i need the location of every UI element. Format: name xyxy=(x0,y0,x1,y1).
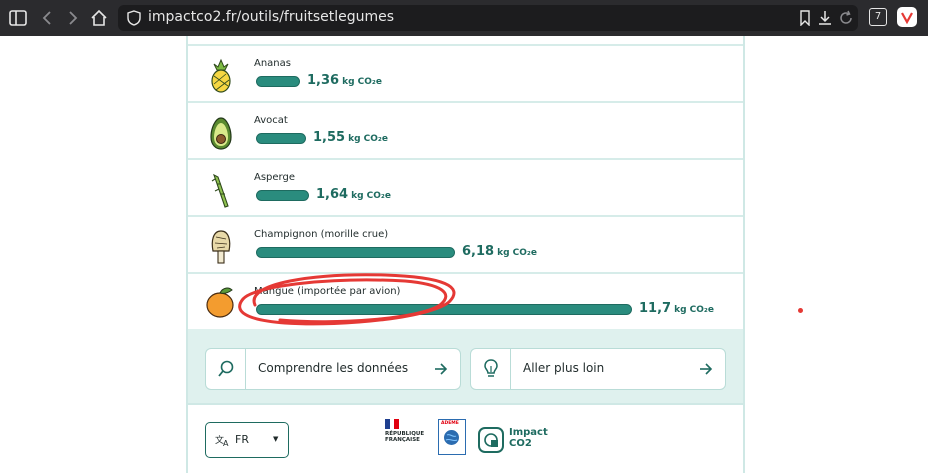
translate-icon: 文A xyxy=(215,434,229,447)
co2-comparison-panel: Ananas 1,36 kg CO₂e Avocat 1,55 kg CO₂e As… xyxy=(186,36,745,473)
emission-value: 6,18 kg CO₂e xyxy=(462,244,537,259)
vivaldi-icon xyxy=(901,12,913,24)
emission-bar xyxy=(256,76,300,87)
caret-down-icon: ▼ xyxy=(273,435,279,443)
emission-bar xyxy=(256,133,306,144)
lightbulb-icon xyxy=(484,359,498,377)
emission-bar xyxy=(256,247,455,258)
arrow-right-icon xyxy=(435,363,448,375)
svg-text:A: A xyxy=(223,439,229,447)
item-name: Asperge xyxy=(254,172,295,183)
item-name: Champignon (morille crue) xyxy=(254,229,389,240)
footer: 文A FR ▼ RÉPUBLIQUE FRANÇAISE ADEME Impac… xyxy=(188,405,743,473)
emission-value: 1,55 kg CO₂e xyxy=(313,130,388,145)
ademe-logo: ADEME xyxy=(438,419,466,455)
marianne-flag-icon xyxy=(385,419,399,429)
tab-counter[interactable]: 7 xyxy=(869,8,887,26)
impact-leaf-icon xyxy=(484,433,498,447)
magnifier-icon xyxy=(218,360,234,377)
annotation-dot xyxy=(798,308,803,313)
republique-francaise-text: RÉPUBLIQUE FRANÇAISE xyxy=(385,431,425,443)
language-select[interactable]: 文A FR ▼ xyxy=(205,422,289,458)
emission-value: 1,64 kg CO₂e xyxy=(316,187,391,202)
emission-value: 11,7 kg CO₂e xyxy=(639,301,714,316)
go-further-button[interactable]: Aller plus loin xyxy=(470,348,726,390)
pineapple-icon xyxy=(211,58,231,93)
bookmark-icon[interactable] xyxy=(798,10,812,26)
reload-icon[interactable] xyxy=(838,10,854,26)
forward-arrow-icon[interactable] xyxy=(63,8,83,28)
impact-co2-text: Impact CO2 xyxy=(509,427,548,449)
ademe-text: ADEME xyxy=(441,421,459,426)
item-name: Mangue (importée par avion) xyxy=(254,286,401,297)
back-arrow-icon[interactable] xyxy=(37,8,57,28)
morel-mushroom-icon xyxy=(211,230,231,264)
arrow-right-icon xyxy=(700,363,713,375)
emission-bar xyxy=(256,190,309,201)
item-name: Avocat xyxy=(254,115,288,126)
action-icon-box xyxy=(206,349,246,389)
impact-co2-logo xyxy=(478,427,504,453)
emission-bar xyxy=(256,304,632,315)
action-icon-box xyxy=(471,349,511,389)
emission-value: 1,36 kg CO₂e xyxy=(307,73,382,88)
language-value: FR xyxy=(235,433,249,446)
url-text: impactco2.fr/outils/fruitsetlegumes xyxy=(148,9,395,25)
address-bar[interactable]: impactco2.fr/outils/fruitsetlegumes xyxy=(118,5,858,31)
home-icon[interactable] xyxy=(89,8,109,28)
list-item: Asperge 1,64 kg CO₂e xyxy=(188,160,743,217)
browser-toolbar: impactco2.fr/outils/fruitsetlegumes 7 xyxy=(0,0,928,36)
actions-panel: Comprendre les données Aller plus loin xyxy=(188,329,743,405)
globe-icon xyxy=(444,430,459,445)
list-item: Mangue (importée par avion) 11,7 kg CO₂e xyxy=(188,274,743,329)
download-icon[interactable] xyxy=(817,9,833,27)
avocado-icon xyxy=(210,117,232,150)
go-further-label: Aller plus loin xyxy=(523,361,605,375)
list-item: Ananas 1,36 kg CO₂e xyxy=(188,46,743,103)
understand-data-label: Comprendre les données xyxy=(258,361,409,375)
understand-data-button[interactable]: Comprendre les données xyxy=(205,348,461,390)
list-item: Avocat 1,55 kg CO₂e xyxy=(188,103,743,160)
browser-menu-logo[interactable] xyxy=(897,7,917,27)
shield-icon xyxy=(127,10,141,26)
asparagus-icon xyxy=(211,173,229,208)
item-name: Ananas xyxy=(254,58,291,69)
sidebar-toggle-icon[interactable] xyxy=(8,8,28,28)
mango-icon xyxy=(206,287,234,318)
republique-francaise-logo: RÉPUBLIQUE FRANÇAISE xyxy=(385,419,429,459)
previous-row-edge xyxy=(188,36,743,46)
list-item: Champignon (morille crue) 6,18 kg CO₂e xyxy=(188,217,743,274)
